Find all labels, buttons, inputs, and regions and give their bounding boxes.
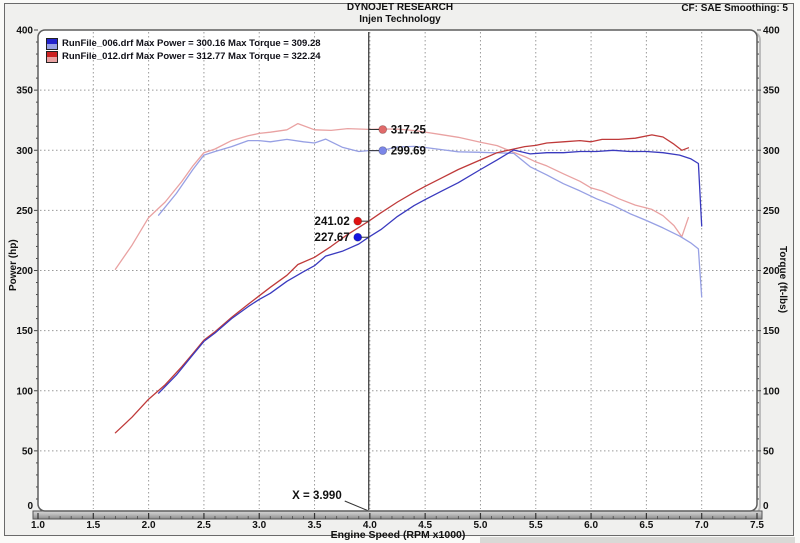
y-tick-label-right: 100 [763, 386, 780, 397]
run-006-color-swatch [46, 38, 58, 50]
legend: RunFile_006.drf Max Power = 300.16 Max T… [46, 37, 321, 63]
y-tick-label-right: 400 [763, 26, 780, 37]
run-012-color-swatch [46, 51, 58, 63]
cursor-marker-torque_006 [379, 147, 387, 155]
legend-label-run-006: RunFile_006.drf Max Power = 300.16 Max T… [62, 38, 321, 49]
y-tick-label-left: 0 [27, 501, 33, 512]
y-tick-label-left: 400 [16, 26, 33, 37]
y-tick-label-right: 0 [763, 501, 769, 512]
x-axis-bar [33, 511, 762, 519]
y-tick-label-left: 50 [22, 446, 34, 457]
y-tick-label-right: 50 [763, 446, 775, 457]
cursor-x-label: X = 3.990 [292, 490, 342, 502]
y-tick-label-left: 350 [16, 86, 33, 97]
y-axis-label-torque: Torque (ft-lbs) [777, 195, 788, 365]
y-tick-label-right: 300 [763, 146, 780, 157]
cursor-value-torque_006: 299.69 [391, 146, 426, 158]
legend-label-run-012: RunFile_012.drf Max Power = 312.77 Max T… [62, 51, 321, 62]
y-axis-label-power: Power (hp) [8, 180, 19, 350]
x-axis-label: Engine Speed (RPM x1000) [0, 529, 796, 541]
legend-row-runfile-012[interactable]: RunFile_012.drf Max Power = 312.77 Max T… [46, 50, 321, 63]
cursor-marker-power_012 [354, 217, 362, 225]
y-tick-label-left: 100 [16, 386, 33, 397]
cursor-value-power_012: 241.02 [315, 216, 350, 228]
cursor-value-torque_012: 317.25 [391, 125, 427, 137]
y-tick-label-left: 300 [16, 146, 33, 157]
y-tick-label-right: 350 [763, 86, 780, 97]
chart-area[interactable]: 0050501001001501502002002502503003003503… [0, 0, 800, 543]
legend-row-runfile-006[interactable]: RunFile_006.drf Max Power = 300.16 Max T… [46, 37, 321, 50]
cursor-marker-torque_012 [379, 126, 387, 134]
cursor-marker-power_006 [354, 233, 362, 241]
cursor-value-power_006: 227.67 [315, 232, 350, 244]
